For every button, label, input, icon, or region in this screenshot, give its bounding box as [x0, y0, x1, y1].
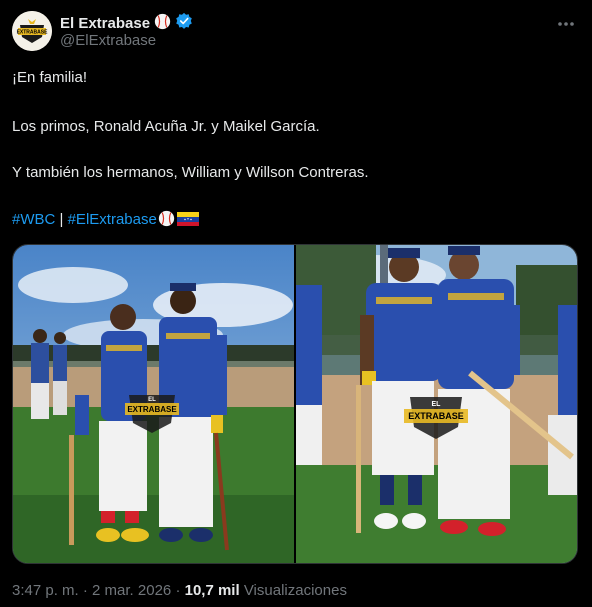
baseball-emoji-icon [154, 13, 171, 35]
hashtag-separator: | [59, 211, 64, 228]
venezuela-flag-icon [176, 211, 199, 233]
baseball-emoji-icon [158, 210, 175, 233]
more-options-button[interactable] [552, 10, 580, 38]
media-container: EXTRABASE EL EXTRABASE EL [12, 244, 578, 564]
views-count: 10,7 mil [184, 582, 240, 599]
footer-dot: · [175, 582, 181, 599]
avatar-logo-text: EXTRABASE [17, 30, 49, 36]
more-dots-icon [558, 22, 574, 26]
tweet-date[interactable]: 2 mar. 2026 [92, 582, 171, 599]
tweet-line-3: Y también los hermanos, William y Willso… [12, 164, 369, 181]
tweet-header: EXTRABASE El Extrabase @ElExtrabase [12, 8, 580, 54]
photo-acuna-garcia[interactable]: EXTRABASE EL [13, 245, 294, 563]
extrabase-logo-icon: EXTRABASE [12, 11, 52, 51]
svg-text:EXTRABASE: EXTRABASE [408, 411, 464, 421]
tweet-footer: 3:47 p. m. · 2 mar. 2026 · 10,7 mil Visu… [12, 582, 347, 599]
tweet-time[interactable]: 3:47 p. m. [12, 582, 79, 599]
tweet-line-2: Los primos, Ronald Acuña Jr. y Maikel Ga… [12, 118, 320, 135]
footer-dot: · [82, 582, 88, 599]
user-handle[interactable]: @ElExtrabase [60, 32, 156, 49]
verified-badge-icon[interactable] [175, 12, 193, 35]
views-label: Visualizaciones [243, 582, 347, 599]
hashtag-wbc[interactable]: #WBC [12, 211, 55, 228]
hashtag-elextrabase[interactable]: #ElExtrabase [68, 211, 157, 228]
svg-text:EL: EL [432, 401, 442, 408]
photo-contreras-brothers[interactable]: EXTRABASE EL [296, 245, 577, 563]
tweet-hashtags: #WBC | #ElExtrabase [12, 210, 199, 230]
tweet-line-1: ¡En familia! [12, 69, 88, 86]
avatar[interactable]: EXTRABASE [12, 11, 52, 51]
svg-text:EL: EL [148, 397, 156, 403]
svg-text:EXTRABASE: EXTRABASE [127, 405, 177, 414]
display-name[interactable]: El Extrabase [60, 15, 150, 32]
